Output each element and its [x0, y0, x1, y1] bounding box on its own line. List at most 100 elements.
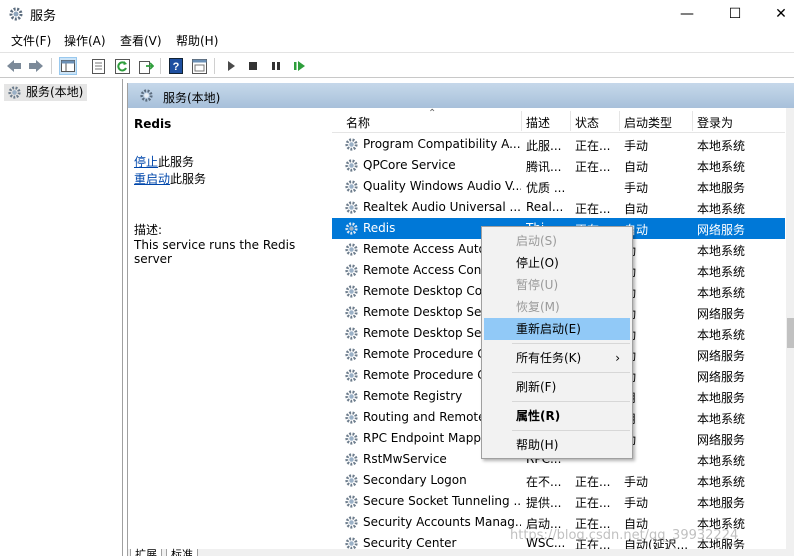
- menu-item-restart[interactable]: 重新启动(E): [484, 318, 630, 340]
- scrollbar-thumb[interactable]: [787, 318, 794, 348]
- stop-service-icon[interactable]: [244, 57, 262, 75]
- restart-service-link[interactable]: 重启动: [134, 172, 170, 186]
- column-header-name[interactable]: 名称: [346, 114, 370, 131]
- service-gear-icon: [345, 495, 358, 508]
- service-desc: Real...: [526, 200, 564, 214]
- menu-item-help[interactable]: 帮助(H): [484, 434, 630, 456]
- back-arrow-icon[interactable]: [5, 57, 23, 75]
- service-startup: 手动: [624, 475, 649, 489]
- service-startup: 动: [624, 284, 690, 301]
- console-tree: 服务(本地): [0, 79, 123, 556]
- service-name: QPCore Service: [363, 158, 456, 172]
- service-row[interactable]: Secure Socket Tunneling ... 提供... 正在... 手动 本…: [332, 491, 785, 512]
- pause-service-icon[interactable]: [267, 57, 285, 75]
- menu-item-pause[interactable]: 暂停(U): [484, 274, 630, 296]
- service-startup: 动: [624, 263, 690, 280]
- service-startup: 手动: [624, 139, 649, 153]
- service-name: Secure Socket Tunneling ...: [363, 494, 521, 508]
- svg-text:?: ?: [173, 61, 180, 73]
- service-startup: 手动: [624, 181, 649, 195]
- service-startup: 动: [624, 242, 690, 259]
- service-name: Realtek Audio Universal ...: [363, 200, 521, 214]
- service-desc: 在不...: [526, 475, 562, 489]
- toolbar-separator: [214, 58, 215, 74]
- service-startup: 手动: [624, 496, 649, 510]
- services-main-pane: 服务(本地) Redis 停止此服务 重启动此服务 描述: This servi…: [127, 83, 794, 556]
- service-gear-icon: [345, 222, 358, 235]
- menu-help[interactable]: 帮助(H): [176, 32, 218, 49]
- service-gear-icon: [345, 348, 358, 361]
- service-logon: 本地服务: [697, 391, 746, 405]
- menu-item-start[interactable]: 启动(S): [484, 230, 630, 252]
- service-logon: 本地系统: [697, 265, 746, 279]
- service-gear-icon: [345, 390, 358, 403]
- service-gear-icon: [345, 159, 358, 172]
- pane-header: 服务(本地): [128, 83, 794, 108]
- service-desc: 优质 ...: [526, 181, 566, 195]
- column-divider: [521, 111, 522, 131]
- minimize-button[interactable]: —: [664, 0, 710, 28]
- service-logon: 网络服务: [697, 433, 746, 447]
- vertical-scrollbar[interactable]: [786, 108, 794, 549]
- mmc-view-icon[interactable]: [190, 57, 208, 75]
- tree-item-label: 服务(本地): [26, 85, 84, 99]
- properties-sheet-icon[interactable]: [89, 57, 107, 75]
- help-icon[interactable]: ?: [167, 57, 185, 75]
- stop-service-link[interactable]: 停止: [134, 155, 158, 169]
- service-gear-icon: [345, 516, 358, 529]
- menu-separator: [512, 401, 630, 402]
- menu-file[interactable]: 文件(F): [11, 32, 51, 49]
- menu-item-all-tasks-label: 所有任务(K): [516, 351, 582, 365]
- restart-service-icon[interactable]: [290, 57, 308, 75]
- service-row[interactable]: Program Compatibility A... 此服... 正在... 手动 本地…: [332, 134, 785, 155]
- service-row[interactable]: Realtek Audio Universal ... Real... 正在... 自…: [332, 197, 785, 218]
- service-logon: 网络服务: [697, 307, 746, 321]
- restart-service-suffix: 此服务: [170, 172, 207, 186]
- console-tree-icon[interactable]: [59, 57, 77, 75]
- stop-service-line: 停止此服务: [134, 153, 194, 170]
- menu-action[interactable]: 操作(A): [64, 32, 106, 49]
- column-header-row: ⌃ 名称 描述 状态 启动类型 登录为: [332, 108, 785, 133]
- column-header-status[interactable]: 状态: [575, 114, 599, 131]
- tree-item-services-local[interactable]: 服务(本地): [4, 84, 88, 101]
- menu-item-stop[interactable]: 停止(O): [484, 252, 630, 274]
- service-gear-icon: [345, 201, 358, 214]
- service-gear-icon: [345, 138, 358, 151]
- service-row[interactable]: Quality Windows Audio V... 优质 ... 手动 本地服务: [332, 176, 785, 197]
- service-gear-icon: [345, 411, 358, 424]
- service-row[interactable]: Secondary Logon 在不... 正在... 手动 本地系统: [332, 470, 785, 491]
- service-desc: 提供...: [526, 496, 562, 510]
- menu-view[interactable]: 查看(V): [120, 32, 162, 49]
- menu-item-properties[interactable]: 属性(R): [484, 405, 630, 427]
- service-name: Secondary Logon: [363, 473, 467, 487]
- service-status: 正在...: [575, 139, 611, 153]
- service-status: 正在...: [575, 475, 611, 489]
- column-header-log-on-as[interactable]: 登录为: [697, 114, 733, 131]
- service-gear-icon: [345, 243, 358, 256]
- service-gear-icon: [345, 537, 358, 549]
- maximize-button[interactable]: ☐: [712, 0, 758, 28]
- column-header-description[interactable]: 描述: [526, 114, 550, 131]
- services-gear-icon: [8, 86, 21, 99]
- menu-bar: 文件(F) 操作(A) 查看(V) 帮助(H): [0, 29, 794, 51]
- service-gear-icon: [345, 306, 358, 319]
- menu-item-resume[interactable]: 恢复(M): [484, 296, 630, 318]
- service-row[interactable]: QPCore Service 腾讯... 正在... 自动 本地系统: [332, 155, 785, 176]
- service-logon: 本地系统: [697, 160, 746, 174]
- service-logon: 本地系统: [697, 412, 746, 426]
- tab-extended[interactable]: 扩展: [130, 549, 162, 556]
- column-header-startup-type[interactable]: 启动类型: [624, 114, 672, 131]
- column-divider: [570, 111, 571, 131]
- service-name: Program Compatibility A...: [363, 137, 521, 151]
- menu-item-refresh[interactable]: 刷新(F): [484, 376, 630, 398]
- toolbar-separator: [51, 58, 52, 74]
- menu-item-all-tasks[interactable]: 所有任务(K) ›: [484, 347, 630, 369]
- tab-standard[interactable]: 标准: [166, 549, 198, 556]
- start-service-icon[interactable]: [222, 57, 240, 75]
- refresh-icon[interactable]: [113, 57, 131, 75]
- view-tabs: 扩展 标准: [128, 549, 794, 556]
- close-button[interactable]: ✕: [758, 0, 794, 28]
- service-gear-icon: [345, 285, 358, 298]
- export-list-icon[interactable]: [137, 57, 155, 75]
- forward-arrow-icon[interactable]: [27, 57, 45, 75]
